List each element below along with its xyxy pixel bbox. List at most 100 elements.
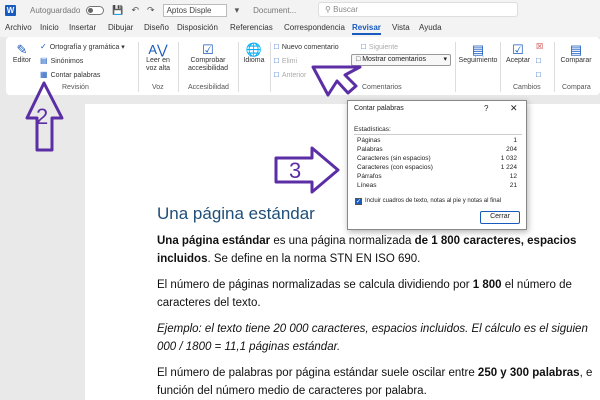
ribbon-divider — [238, 42, 239, 92]
close-icon[interactable]: ✕ — [510, 103, 518, 114]
search-input[interactable]: ⚲ Buscar — [318, 2, 518, 17]
reject-button[interactable]: ☒ — [536, 42, 546, 51]
new-comment-label: Nuevo comentario — [281, 44, 339, 51]
tab-ayuda[interactable]: Ayuda — [419, 23, 442, 32]
read-aloud-label: Leer en voz alta — [145, 57, 171, 72]
spelling-button[interactable]: ✓ Ortografía y gramática ▾ — [40, 42, 125, 51]
show-comments-dropdown[interactable]: □ Mostrar comentarios ▾ — [351, 54, 451, 66]
tab-referencias[interactable]: Referencias — [230, 23, 273, 32]
chevron-down-icon[interactable]: ▾ — [235, 5, 240, 16]
include-textboxes-label: Incluir cuadros de texto, notas al pie y… — [365, 198, 502, 204]
paragraph-2-line-1: El número de páginas normalizadas se cal… — [157, 276, 600, 294]
paragraph-3-line-2: 000 / 1800 = 11,1 páginas estándar. — [157, 341, 341, 353]
p1-bold-included: incluidos — [157, 253, 208, 265]
paragraph-4-line-2: función del número medio de caracteres p… — [157, 385, 427, 397]
statistics-label: Estadísticas: — [354, 126, 391, 133]
tracking-button[interactable]: ▤ Seguimiento — [458, 43, 498, 65]
accessibility-icon: ☑ — [202, 42, 214, 57]
help-icon[interactable]: ? — [484, 104, 488, 113]
stat-value: 204 — [506, 146, 517, 153]
stat-value: 1 — [513, 137, 517, 144]
next-comment-button[interactable]: □ Siguiente — [361, 42, 398, 51]
include-textboxes-checkbox[interactable]: ✓ — [355, 198, 362, 205]
language-button[interactable]: 🌐 Idioma — [240, 43, 268, 65]
document-title[interactable]: Document... — [253, 6, 296, 15]
stat-row-pages: Páginas 1 — [357, 137, 517, 146]
previous-change-icon: □ — [536, 56, 541, 65]
group-compare-label: Compara — [562, 84, 591, 91]
stat-row-chars-with-spaces: Caracteres (con espacios) 1 224 — [357, 164, 517, 173]
word-count-dialog: Contar palabras ? ✕ Estadísticas: Página… — [347, 100, 527, 230]
spelling-icon: ✓ — [40, 42, 47, 51]
ribbon-divider — [500, 42, 501, 92]
stat-value: 21 — [509, 182, 517, 189]
previous-label: Anterior — [281, 72, 307, 79]
autosave-toggle[interactable] — [86, 5, 105, 15]
compare-icon: ▤ — [569, 42, 583, 57]
delete-comment-button[interactable]: □ Elimi — [274, 56, 297, 65]
check-accessibility-label: Comprobar accesibilidad — [187, 57, 229, 72]
tab-insertar[interactable]: Insertar — [69, 23, 96, 32]
paragraph-2-line-2: caracteres del texto. — [157, 297, 261, 309]
read-aloud-button[interactable]: A⋁ Leer en voz alta — [144, 43, 172, 73]
tracking-icon: ▤ — [471, 42, 485, 57]
save-icon[interactable]: 💾 — [112, 5, 123, 16]
tab-revisar[interactable]: Revisar — [352, 23, 381, 35]
previous-change-button[interactable]: □ — [536, 56, 544, 65]
word-count-button[interactable]: ▦ Contar palabras — [40, 70, 100, 79]
check-accessibility-button[interactable]: ☑ Comprobar accesibilidad — [182, 43, 234, 73]
redo-icon[interactable]: ↷ — [147, 5, 155, 16]
ribbon-divider — [554, 42, 555, 92]
search-placeholder: Buscar — [333, 5, 358, 14]
ribbon-divider — [178, 42, 179, 92]
show-comments-label: Mostrar comentarios — [362, 56, 426, 63]
close-button[interactable]: Cerrar — [480, 211, 520, 224]
word-count-icon: ▦ — [40, 70, 48, 79]
paragraph-3-line-1: Ejemplo: el texto tiene 20 000 caractere… — [157, 323, 588, 335]
previous-comment-button[interactable]: □ Anterior — [274, 70, 306, 79]
stat-value: 12 — [509, 173, 517, 180]
new-comment-button[interactable]: □ Nuevo comentario — [274, 42, 339, 51]
p1-text: es una página normalizada — [270, 235, 415, 247]
dialog-title: Contar palabras — [354, 105, 404, 112]
chevron-down-icon: ▾ — [121, 44, 125, 51]
read-aloud-icon: A⋁ — [148, 42, 168, 57]
editor-label: Editor — [12, 57, 32, 64]
stat-label: Párrafos — [357, 173, 382, 180]
p2-text-end: el número de — [501, 279, 572, 291]
stat-label: Páginas — [357, 137, 381, 144]
tab-dibujar[interactable]: Dibujar — [108, 23, 133, 32]
p1-bold-term: Una página estándar — [157, 235, 271, 247]
tab-correspondencia[interactable]: Correspondencia — [284, 23, 345, 32]
group-revision-label: Revisión — [62, 84, 89, 91]
reject-icon: ☒ — [536, 42, 544, 51]
editor-pen-icon: ✎ — [16, 42, 28, 57]
editor-button[interactable]: ✎ Editor — [10, 43, 34, 65]
group-accessibility-label: Accesibilidad — [188, 84, 229, 91]
next-change-icon: □ — [536, 70, 541, 79]
p4-text: El número de palabras por página estánda… — [157, 367, 478, 379]
group-changes-label: Cambios — [513, 84, 541, 91]
tab-disposicion[interactable]: Disposición — [177, 23, 218, 32]
paragraph-1-line-2: incluidos. Se define en la norma STN EN … — [157, 250, 600, 268]
stat-value: 1 224 — [500, 164, 517, 171]
accept-icon: ☑ — [512, 42, 524, 57]
next-change-button[interactable]: □ — [536, 70, 544, 79]
synonyms-button[interactable]: ▤ Sinónimos — [40, 56, 83, 65]
next-icon: □ — [361, 42, 366, 51]
stat-value: 1 032 — [500, 155, 517, 162]
tab-archivo[interactable]: Archivo — [5, 23, 32, 32]
tab-vista[interactable]: Vista — [392, 23, 410, 32]
document-heading: Una página estándar — [157, 204, 315, 223]
group-voice-label: Voz — [152, 84, 164, 91]
tab-inicio[interactable]: Inicio — [40, 23, 59, 32]
word-count-label: Contar palabras — [50, 72, 101, 79]
undo-icon[interactable]: ↶ — [131, 5, 139, 16]
ribbon-divider — [270, 42, 271, 92]
tab-diseno[interactable]: Diseño — [144, 23, 169, 32]
accept-button[interactable]: ☑ Aceptar — [502, 43, 534, 65]
compare-button[interactable]: ▤ Comparar — [556, 43, 596, 65]
previous-icon: □ — [274, 70, 279, 79]
font-name-box[interactable]: Aptos Disple — [162, 3, 227, 17]
stat-label: Líneas — [357, 182, 377, 189]
